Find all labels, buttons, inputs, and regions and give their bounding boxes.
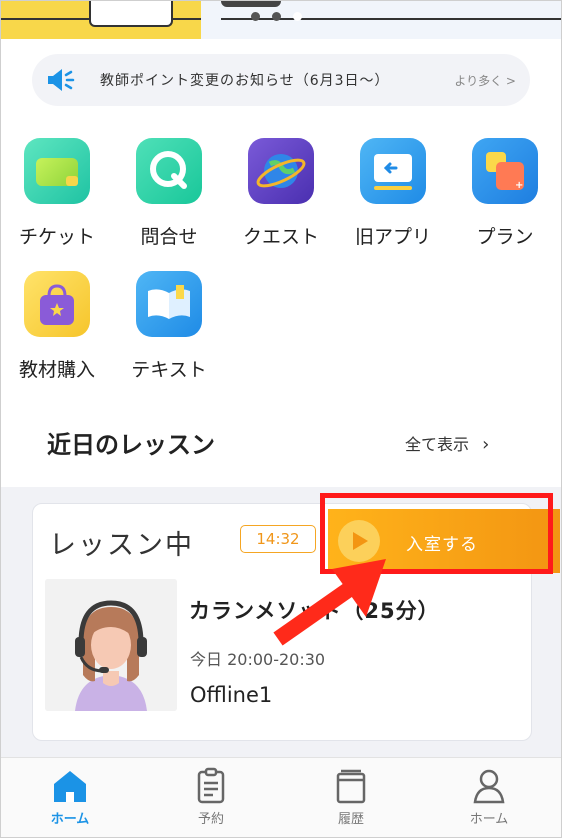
shopping-bag-icon xyxy=(24,271,90,337)
nav-label: ホーム xyxy=(50,812,90,827)
menu-item-old-app[interactable]: 旧アプリ xyxy=(343,138,443,249)
menu-label: クエスト xyxy=(242,226,319,248)
clipboard-icon xyxy=(191,766,231,806)
banner-carousel[interactable] xyxy=(1,1,561,39)
plan-icon: + xyxy=(472,138,538,204)
nav-reservation[interactable]: 予約 xyxy=(161,758,261,827)
show-all-label: 全て表示 xyxy=(405,435,470,454)
carousel-dots xyxy=(251,12,302,21)
bottom-nav: ホーム 予約 履歴 ホーム xyxy=(1,757,561,837)
history-icon xyxy=(331,766,371,806)
menu-label: 問合せ xyxy=(140,226,198,248)
megaphone-icon xyxy=(46,67,76,93)
notice-text: 教師ポイント変更のお知らせ（6月3日〜） xyxy=(100,73,390,89)
nav-label: 予約 xyxy=(197,812,224,827)
teacher-name: Offline1 xyxy=(190,683,273,707)
person-icon xyxy=(469,766,509,806)
inquiry-icon xyxy=(136,138,202,204)
menu-label: プラン xyxy=(476,226,534,248)
menu-item-text[interactable]: テキスト xyxy=(119,271,219,382)
nav-label: ホーム xyxy=(469,812,509,827)
menu-item-plan[interactable]: + プラン xyxy=(455,138,555,249)
lesson-status: レッスン中 xyxy=(49,530,194,561)
menu-label: チケット xyxy=(18,226,95,248)
menu-item-ticket[interactable]: チケット xyxy=(7,138,107,249)
nav-home[interactable]: ホーム xyxy=(20,758,120,827)
nav-history[interactable]: 履歴 xyxy=(301,758,401,827)
menu-item-buy-materials[interactable]: 教材購入 xyxy=(7,271,107,382)
carousel-dot[interactable] xyxy=(272,12,281,21)
banner-illustration-left xyxy=(1,1,201,39)
notice-bar[interactable]: 教師ポイント変更のお知らせ（6月3日〜） より多く > xyxy=(32,54,530,106)
quest-icon xyxy=(248,138,314,204)
teacher-avatar xyxy=(45,579,177,711)
notice-more-link[interactable]: より多く > xyxy=(454,72,516,89)
carousel-dot-active[interactable] xyxy=(293,12,302,21)
menu-label: テキスト xyxy=(131,359,207,381)
upcoming-lessons-title: 近日のレッスン xyxy=(47,431,215,459)
home-icon xyxy=(50,766,90,806)
menu-item-inquiry[interactable]: 問合せ xyxy=(119,138,219,249)
menu-label: 旧アプリ xyxy=(354,226,431,248)
old-app-icon xyxy=(360,138,426,204)
menu-label: 教材購入 xyxy=(18,359,95,381)
red-arrow-icon xyxy=(273,559,386,646)
show-all-link[interactable]: 全て表示 › xyxy=(405,431,489,455)
chevron-right-icon: › xyxy=(482,434,490,455)
carousel-dot[interactable] xyxy=(251,12,260,21)
nav-label: 履歴 xyxy=(337,812,364,827)
app-screen: 教師ポイント変更のお知らせ（6月3日〜） より多く > チケット 問合せ クエス… xyxy=(0,0,562,838)
ticket-icon xyxy=(24,138,90,204)
book-icon xyxy=(136,271,202,337)
menu-item-quest[interactable]: クエスト xyxy=(231,138,331,249)
nav-my-page[interactable]: ホーム xyxy=(439,758,539,827)
